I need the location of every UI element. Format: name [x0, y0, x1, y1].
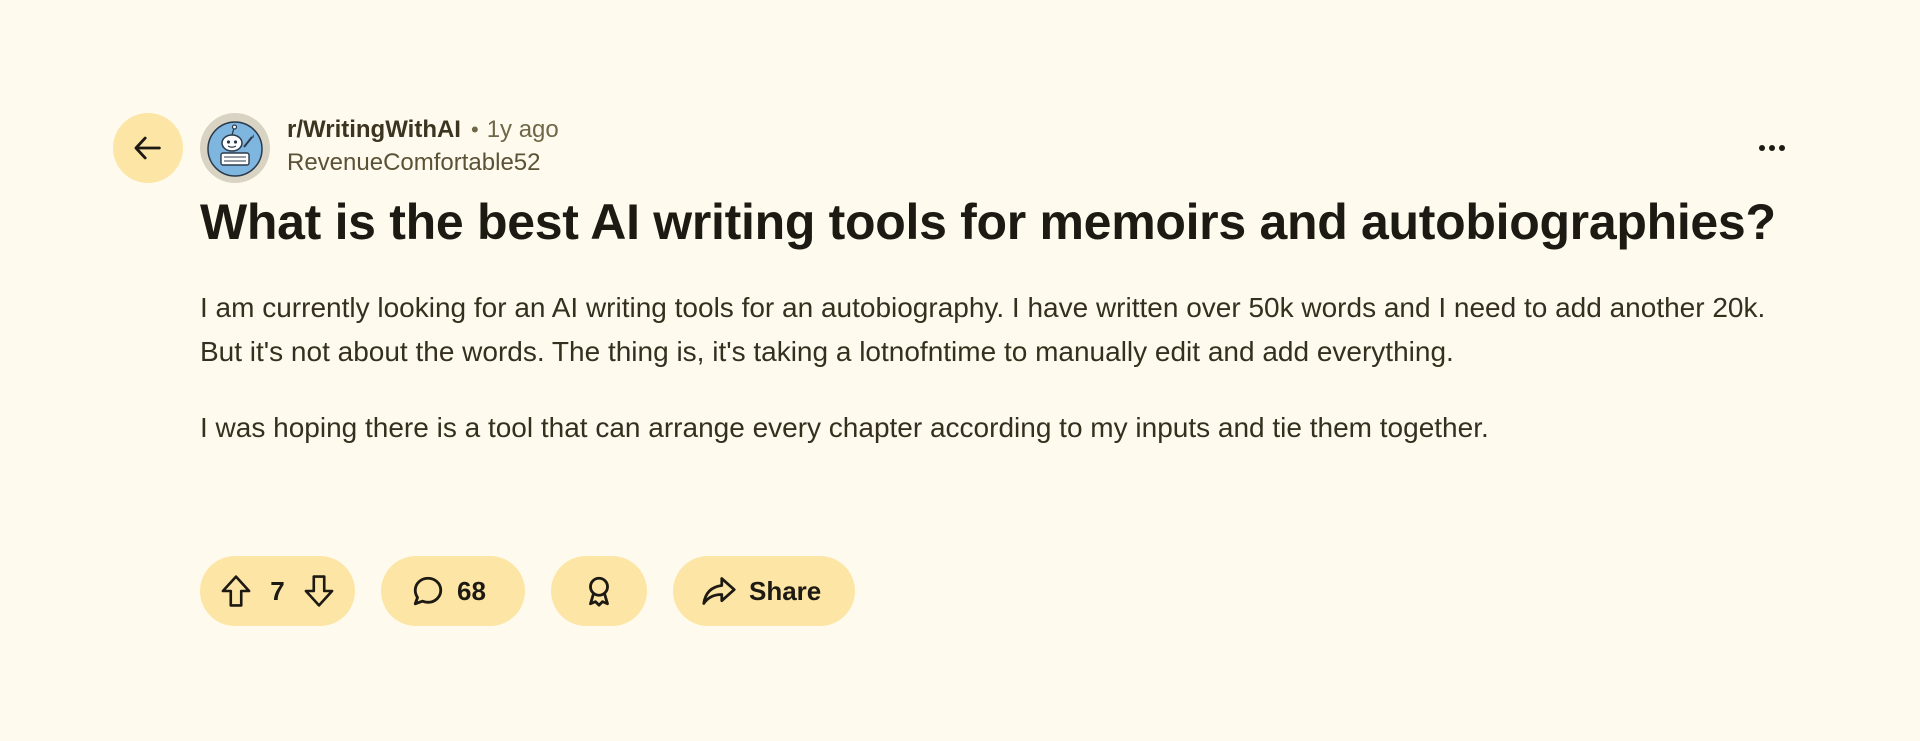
more-options-button[interactable]	[1750, 126, 1794, 170]
award-button[interactable]	[551, 556, 647, 626]
subreddit-avatar-icon	[200, 113, 270, 183]
post-paragraph: I was hoping there is a tool that can ar…	[200, 412, 1489, 443]
post-page: r/WritingWithAI • 1y ago RevenueComforta…	[0, 0, 1920, 741]
post-meta: r/WritingWithAI • 1y ago RevenueComforta…	[287, 113, 559, 175]
share-button[interactable]: Share	[673, 556, 855, 626]
post-paragraph: I am currently looking for an AI writing…	[200, 292, 1766, 367]
author-link[interactable]: RevenueComfortable52	[287, 151, 559, 175]
vote-control: 7	[200, 556, 355, 626]
share-arrow-icon	[701, 574, 737, 608]
back-button[interactable]	[113, 113, 183, 183]
post-title: What is the best AI writing tools for me…	[200, 194, 1776, 250]
comments-button[interactable]: 68	[381, 556, 525, 626]
subreddit-avatar[interactable]	[200, 113, 270, 183]
arrow-up-icon	[220, 574, 252, 608]
post-actions: 7 68 Share	[200, 556, 881, 626]
arrow-left-icon	[131, 131, 165, 165]
upvote-button[interactable]	[216, 571, 256, 611]
speech-bubble-icon	[411, 574, 445, 608]
meta-separator: •	[470, 117, 479, 142]
subreddit-link[interactable]: r/WritingWithAI	[287, 118, 461, 142]
downvote-button[interactable]	[299, 571, 339, 611]
award-ribbon-icon	[582, 574, 616, 608]
comment-count: 68	[457, 575, 486, 606]
arrow-down-icon	[303, 574, 335, 608]
post-body: I am currently looking for an AI writing…	[200, 286, 1810, 482]
more-horizontal-icon	[1757, 143, 1787, 153]
vote-count: 7	[270, 575, 285, 606]
post-time: 1y ago	[486, 116, 559, 143]
share-label: Share	[749, 575, 822, 606]
